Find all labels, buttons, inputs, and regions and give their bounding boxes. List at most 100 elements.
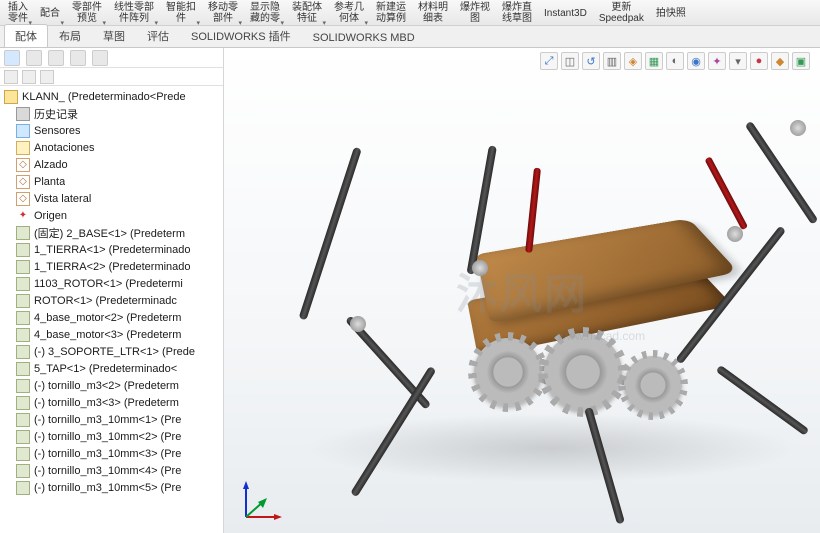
tree-view-button[interactable]: [40, 70, 54, 84]
tree-item-label: Anotaciones: [34, 142, 95, 154]
part-icon: [16, 447, 30, 461]
tree-item[interactable]: 1103_ROTOR<1> (Predetermi: [0, 275, 223, 292]
display-style-icon[interactable]: ▦: [645, 52, 663, 70]
hist-icon: [16, 107, 30, 121]
apply-scene-icon[interactable]: ✦: [708, 52, 726, 70]
tree-item[interactable]: (-) tornillo_m3_10mm<3> (Pre: [0, 445, 223, 462]
anno-icon: [16, 141, 30, 155]
tab-feature-tree[interactable]: [4, 50, 20, 66]
part-icon: [16, 328, 30, 342]
tree-item[interactable]: (-) tornillo_m3_10mm<1> (Pre: [0, 411, 223, 428]
command-tab-0[interactable]: 配体: [4, 24, 48, 47]
zoom-area-icon[interactable]: ◫: [561, 52, 579, 70]
tree-item[interactable]: 1_TIERRA<2> (Predeterminado: [0, 258, 223, 275]
sens-icon: [16, 124, 30, 138]
watermark-text: 沐风网: [456, 260, 588, 321]
ribbon-btn-10[interactable]: 材料明细表: [412, 0, 454, 26]
ribbon-btn-11[interactable]: 爆炸视图: [454, 0, 496, 26]
tree-item-label: 5_TAP<1> (Predeterminado<: [34, 363, 177, 375]
tree-item-label: (固定) 2_BASE<1> (Predeterm: [34, 225, 185, 241]
view-orient-icon[interactable]: ◈: [624, 52, 642, 70]
tree-item[interactable]: ◇Vista lateral: [0, 190, 223, 207]
ribbon-btn-6[interactable]: 显示隐藏的零: [244, 0, 286, 26]
expand-button[interactable]: [22, 70, 36, 84]
ribbon-btn-2[interactable]: 零部件预览: [66, 0, 108, 26]
command-tab-4[interactable]: SOLIDWORKS 插件: [180, 24, 302, 47]
tree-item-label: (-) tornillo_m3_10mm<3> (Pre: [34, 448, 181, 460]
watermark-url: www.mfcad.com: [558, 329, 645, 343]
tree-item[interactable]: ◇Alzado: [0, 156, 223, 173]
filter-button[interactable]: [4, 70, 18, 84]
work-area: KLANN_ (Predeterminado<Prede 历史记录Sensore…: [0, 48, 820, 533]
render-tools-icon[interactable]: ●: [750, 52, 768, 70]
command-tab-3[interactable]: 评估: [136, 24, 180, 47]
ribbon-btn-9[interactable]: 新建运动算例: [370, 0, 412, 26]
edit-appearance-icon[interactable]: ◉: [687, 52, 705, 70]
hide-show-icon[interactable]: ◐: [666, 52, 684, 70]
tree-item[interactable]: (-) tornillo_m3_10mm<2> (Pre: [0, 428, 223, 445]
tree-item-label: (-) tornillo_m3<2> (Predeterm: [34, 380, 179, 392]
ribbon-btn-7[interactable]: 装配体特征: [286, 0, 328, 26]
tree-item[interactable]: (-) tornillo_m3_10mm<4> (Pre: [0, 462, 223, 479]
cartoon-icon[interactable]: ◆: [771, 52, 789, 70]
tree-item[interactable]: Anotaciones: [0, 139, 223, 156]
ribbon-btn-5[interactable]: 移动零部件: [202, 0, 244, 26]
snapshot-icon[interactable]: ▣: [792, 52, 810, 70]
ribbon-btn-13[interactable]: Instant3D: [538, 0, 593, 26]
ribbon-btn-8[interactable]: 参考几何体: [328, 0, 370, 26]
tree-item[interactable]: (-) tornillo_m3<2> (Predeterm: [0, 377, 223, 394]
ribbon-btn-4[interactable]: 智能扣件: [160, 0, 202, 26]
tree-item[interactable]: (固定) 2_BASE<1> (Predeterm: [0, 224, 223, 241]
ribbon-btn-3[interactable]: 线性零部件阵列: [108, 0, 160, 26]
ribbon-btn-0[interactable]: 插入零件: [2, 0, 34, 26]
prev-view-icon[interactable]: ↺: [582, 52, 600, 70]
tree-item[interactable]: 4_base_motor<2> (Predeterm: [0, 309, 223, 326]
assembly-icon: [4, 90, 18, 104]
tab-dim-mgr[interactable]: [70, 50, 86, 66]
ribbon-btn-1[interactable]: 配合: [34, 0, 66, 26]
tab-property-mgr[interactable]: [26, 50, 42, 66]
origin-icon: ✦: [16, 209, 30, 223]
part-icon: [16, 362, 30, 376]
part-icon: [16, 226, 30, 240]
part-icon: [16, 464, 30, 478]
tree-item[interactable]: 5_TAP<1> (Predeterminado<: [0, 360, 223, 377]
section-view-icon[interactable]: ▥: [603, 52, 621, 70]
floor-shadow: [304, 413, 800, 483]
tree-item-label: 4_base_motor<2> (Predeterm: [34, 312, 181, 324]
part-icon: [16, 277, 30, 291]
command-tab-1[interactable]: 布局: [48, 24, 92, 47]
tree-item[interactable]: ✦Origen: [0, 207, 223, 224]
tree-item[interactable]: (-) 3_SOPORTE_LTR<1> (Prede: [0, 343, 223, 360]
tree-item-label: ROTOR<1> (Predeterminadc: [34, 295, 177, 307]
tab-display-mgr[interactable]: [92, 50, 108, 66]
ribbon-btn-12[interactable]: 爆炸直线草图: [496, 0, 538, 26]
plane-icon: ◇: [16, 175, 30, 189]
tree-item[interactable]: 1_TIERRA<1> (Predeterminado: [0, 241, 223, 258]
part-icon: [16, 260, 30, 274]
tree-item[interactable]: ROTOR<1> (Predeterminadc: [0, 292, 223, 309]
tree-item[interactable]: 历史记录: [0, 105, 223, 122]
ribbon-toolbar: 插入零件配合零部件预览线性零部件阵列智能扣件移动零部件显示隐藏的零装配体特征参考…: [0, 0, 820, 26]
tab-config-mgr[interactable]: [48, 50, 64, 66]
feature-tree: KLANN_ (Predeterminado<Prede 历史记录Sensore…: [0, 86, 223, 498]
part-icon: [16, 430, 30, 444]
tree-item-label: Alzado: [34, 159, 68, 171]
tree-root[interactable]: KLANN_ (Predeterminado<Prede: [0, 88, 223, 105]
ribbon-btn-14[interactable]: 更新Speedpak: [593, 0, 650, 26]
part-icon: [16, 481, 30, 495]
graphics-viewport[interactable]: ⤢ ◫ ↺ ▥ ◈ ▦ ◐ ◉ ✦ ▾ ● ◆ ▣ 沐风网 www.mfcad.…: [224, 48, 820, 533]
command-tab-5[interactable]: SOLIDWORKS MBD: [302, 28, 426, 47]
tree-item[interactable]: (-) tornillo_m3_10mm<5> (Pre: [0, 479, 223, 496]
ribbon-btn-15[interactable]: 拍快照: [650, 0, 692, 26]
zoom-fit-icon[interactable]: ⤢: [540, 52, 558, 70]
tree-item[interactable]: 4_base_motor<3> (Predeterm: [0, 326, 223, 343]
tree-item[interactable]: (-) tornillo_m3<3> (Predeterm: [0, 394, 223, 411]
part-icon: [16, 243, 30, 257]
part-icon: [16, 345, 30, 359]
command-tab-2[interactable]: 草图: [92, 24, 136, 47]
tree-item[interactable]: Sensores: [0, 122, 223, 139]
view-settings-icon[interactable]: ▾: [729, 52, 747, 70]
model-render: [274, 78, 814, 508]
tree-item[interactable]: ◇Planta: [0, 173, 223, 190]
